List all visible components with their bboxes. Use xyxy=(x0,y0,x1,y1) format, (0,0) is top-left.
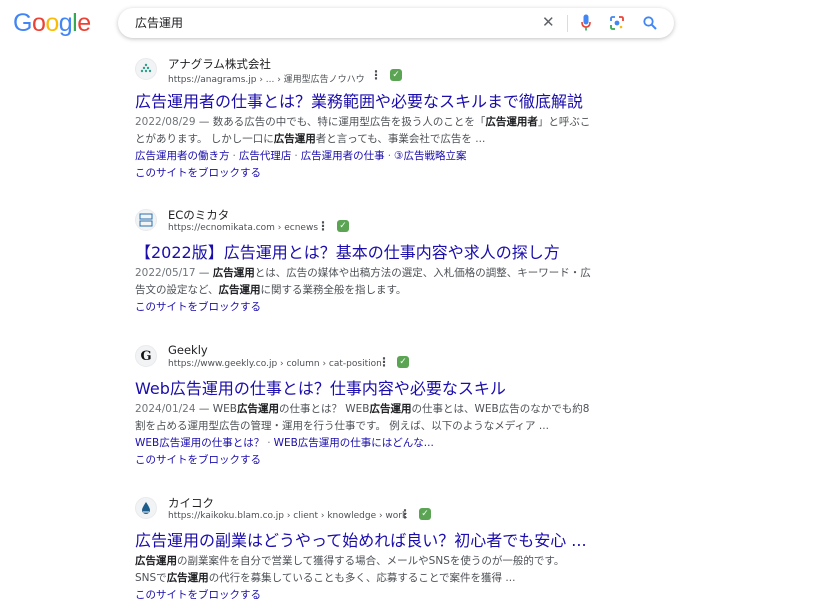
sitelink[interactable]: ③広告戦略立案 xyxy=(394,150,466,162)
snippet-text: WEB xyxy=(212,403,237,415)
url-domain: https://www.geekly.co.jp xyxy=(168,359,278,369)
google-logo[interactable]: Google xyxy=(13,9,91,38)
more-options-icon[interactable]: ⋮ xyxy=(399,508,411,520)
divider xyxy=(567,15,568,32)
snippet-highlight: 広告運用 xyxy=(212,267,255,279)
site-url: https://ecnomikata.com › ecnews xyxy=(168,223,318,233)
ecnomikata-favicon xyxy=(135,209,157,231)
result-site-header[interactable]: カイコク https://kaikoku.blam.co.jp › client… xyxy=(135,495,635,527)
ecnomikata-logo-icon xyxy=(139,213,153,227)
sitelink[interactable]: 広告代理店 xyxy=(239,150,292,162)
result-site-header[interactable]: アナグラム株式会社 https://anagrams.jp › ... › 運用… xyxy=(135,56,635,88)
search-result: ECのミカタ https://ecnomikata.com › ecnews ⋮… xyxy=(135,207,635,316)
close-icon[interactable]: ✕ xyxy=(542,14,555,30)
triangle-dots-icon xyxy=(140,63,152,73)
kaikoku-favicon xyxy=(135,497,157,519)
url-breadcrumb: › client › knowledge › work xyxy=(283,511,408,521)
site-url: https://anagrams.jp › ... › 運用型広告ノウハウ xyxy=(168,72,365,85)
sitelink[interactable]: WEB広告運用の仕事とは？ xyxy=(135,437,264,449)
snippet-highlight: 広告運用 xyxy=(369,403,412,415)
result-snippet: 2022/08/29 — 数ある広告の中でも、特に運用型広告を扱う人のことを「広… xyxy=(135,116,591,145)
search-result: アナグラム株式会社 https://anagrams.jp › ... › 運用… xyxy=(135,56,635,182)
url-breadcrumb: › ... › 運用型広告ノウハウ xyxy=(256,75,365,85)
geekly-g-icon: G xyxy=(140,348,152,364)
snippet-text: 告文の設定など、 xyxy=(135,284,219,296)
snippet-text: の代行を募集していることも多く、応募することで案件を獲得 ... xyxy=(208,572,516,584)
sitelink[interactable]: 広告運用者の仕事 xyxy=(301,150,385,162)
anagrams-favicon xyxy=(135,58,157,80)
result-snippet: 2024/01/24 — WEB広告運用の仕事とは？ WEB広告運用の仕事とは、… xyxy=(135,403,590,432)
verified-check-icon: ✓ xyxy=(390,69,402,81)
logo-letter: e xyxy=(77,9,91,37)
result-date: 2022/08/29 xyxy=(135,116,196,128)
sitelink[interactable]: WEB広告運用の仕事にはどんな... xyxy=(274,437,434,449)
sitelinks: 広告運用者の働き方 · 広告代理店 · 広告運用者の仕事 · ③広告戦略立案 xyxy=(135,150,467,162)
snippet-text: 割を占める運用型広告の管理・運用を行う仕事です。 例えば、以下のようなメディア … xyxy=(135,420,549,432)
logo-letter: g xyxy=(58,9,73,37)
block-site-link[interactable]: このサイトをブロックする xyxy=(135,452,635,469)
snippet-highlight: 広告運用 xyxy=(135,555,177,567)
verified-check-icon: ✓ xyxy=(419,508,431,520)
snippet-text: とは、広告の媒体や出稿方法の選定、入札価格の調整、キーワード・広 xyxy=(254,267,591,279)
result-snippet: 広告運用の副業案件を自分で営業して獲得する場合、メールやSNSを使うのが一般的で… xyxy=(135,553,617,587)
url-breadcrumb: › ecnews xyxy=(274,223,319,233)
logo-letter: G xyxy=(13,9,32,37)
site-url: https://www.geekly.co.jp › column › cat-… xyxy=(168,359,382,369)
sitelink[interactable]: 広告運用者の働き方 xyxy=(135,150,230,162)
logo-letter: o xyxy=(31,9,46,37)
water-drop-icon xyxy=(142,502,150,514)
snippet-text: SNSで xyxy=(135,572,167,584)
mic-icon[interactable] xyxy=(581,14,591,32)
sitelinks: WEB広告運用の仕事とは？ · WEB広告運用の仕事にはどんな... xyxy=(135,437,434,449)
search-input[interactable]: 広告運用 xyxy=(135,14,183,31)
result-title-link[interactable]: 【2022版】広告運用とは？基本の仕事内容や求人の探し方 xyxy=(135,243,635,263)
snippet-highlight: 広告運用 xyxy=(273,133,316,145)
lens-icon[interactable] xyxy=(609,15,625,31)
snippet-highlight: 広告運用 xyxy=(236,403,279,415)
site-name: ECのミカタ xyxy=(168,208,230,222)
site-name: Geekly xyxy=(168,343,208,357)
snippet-text: の副業案件を自分で営業して獲得する場合、メールやSNSを使うのが一般的です。 xyxy=(177,555,565,567)
more-options-icon[interactable]: ⋮ xyxy=(370,69,382,81)
search-result: カイコク https://kaikoku.blam.co.jp › client… xyxy=(135,495,635,604)
result-title-link[interactable]: Web広告運用の仕事とは？仕事内容や必要なスキル xyxy=(135,379,635,399)
url-domain: https://ecnomikata.com xyxy=(168,223,275,233)
snippet-text: の仕事とは、WEB広告のなかでも約8 xyxy=(411,403,590,415)
snippet-text: 数ある広告の中でも、特に運用型広告を扱う人のことを「 xyxy=(212,116,486,128)
search-result: G Geekly https://www.geekly.co.jp › colu… xyxy=(135,343,635,469)
verified-check-icon: ✓ xyxy=(337,220,349,232)
verified-check-icon: ✓ xyxy=(397,356,409,368)
snippet-text: の仕事とは？ WEB xyxy=(278,403,370,415)
result-date: 2022/05/17 xyxy=(135,267,196,279)
url-breadcrumb: › column › cat-position xyxy=(277,359,382,369)
snippet-text: 者と言っても、事業会社で広告を ... xyxy=(315,133,486,145)
more-options-icon[interactable]: ⋮ xyxy=(378,356,390,368)
site-name: カイコク xyxy=(168,496,214,510)
block-site-link[interactable]: このサイトをブロックする xyxy=(135,299,635,316)
block-site-link[interactable]: このサイトをブロックする xyxy=(135,165,635,182)
snippet-highlight: 広告運用 xyxy=(218,284,261,296)
search-icon[interactable] xyxy=(642,15,658,31)
block-site-link[interactable]: このサイトをブロックする xyxy=(135,587,635,604)
result-date: 2024/01/24 xyxy=(135,403,196,415)
snippet-text: 」と呼ぶこ xyxy=(537,116,591,128)
more-options-icon[interactable]: ⋮ xyxy=(317,220,329,232)
site-url: https://kaikoku.blam.co.jp › client › kn… xyxy=(168,511,407,521)
result-title-link[interactable]: 広告運用の副業はどうやって始めれば良い？初心者でも安心 ... xyxy=(135,531,635,551)
snippet-highlight: 広告運用 xyxy=(166,572,209,584)
search-box[interactable]: 広告運用 ✕ xyxy=(118,8,674,38)
url-domain: https://kaikoku.blam.co.jp xyxy=(168,511,284,521)
snippet-text: とがあります。 しかし一口に xyxy=(135,133,274,145)
url-domain: https://anagrams.jp xyxy=(168,75,257,85)
snippet-highlight: 広告運用者 xyxy=(485,116,538,128)
result-site-header[interactable]: G Geekly https://www.geekly.co.jp › colu… xyxy=(135,343,635,375)
site-name: アナグラム株式会社 xyxy=(168,57,271,71)
geekly-favicon: G xyxy=(135,345,157,367)
result-title-link[interactable]: 広告運用者の仕事とは？業務範囲や必要なスキルまで徹底解説 xyxy=(135,92,635,112)
result-site-header[interactable]: ECのミカタ https://ecnomikata.com › ecnews ⋮… xyxy=(135,207,635,239)
snippet-text: に関する業務全般を指します。 xyxy=(260,284,407,296)
result-snippet: 2022/05/17 — 広告運用とは、広告の媒体や出稿方法の選定、入札価格の調… xyxy=(135,267,591,296)
logo-letter: o xyxy=(45,9,59,37)
